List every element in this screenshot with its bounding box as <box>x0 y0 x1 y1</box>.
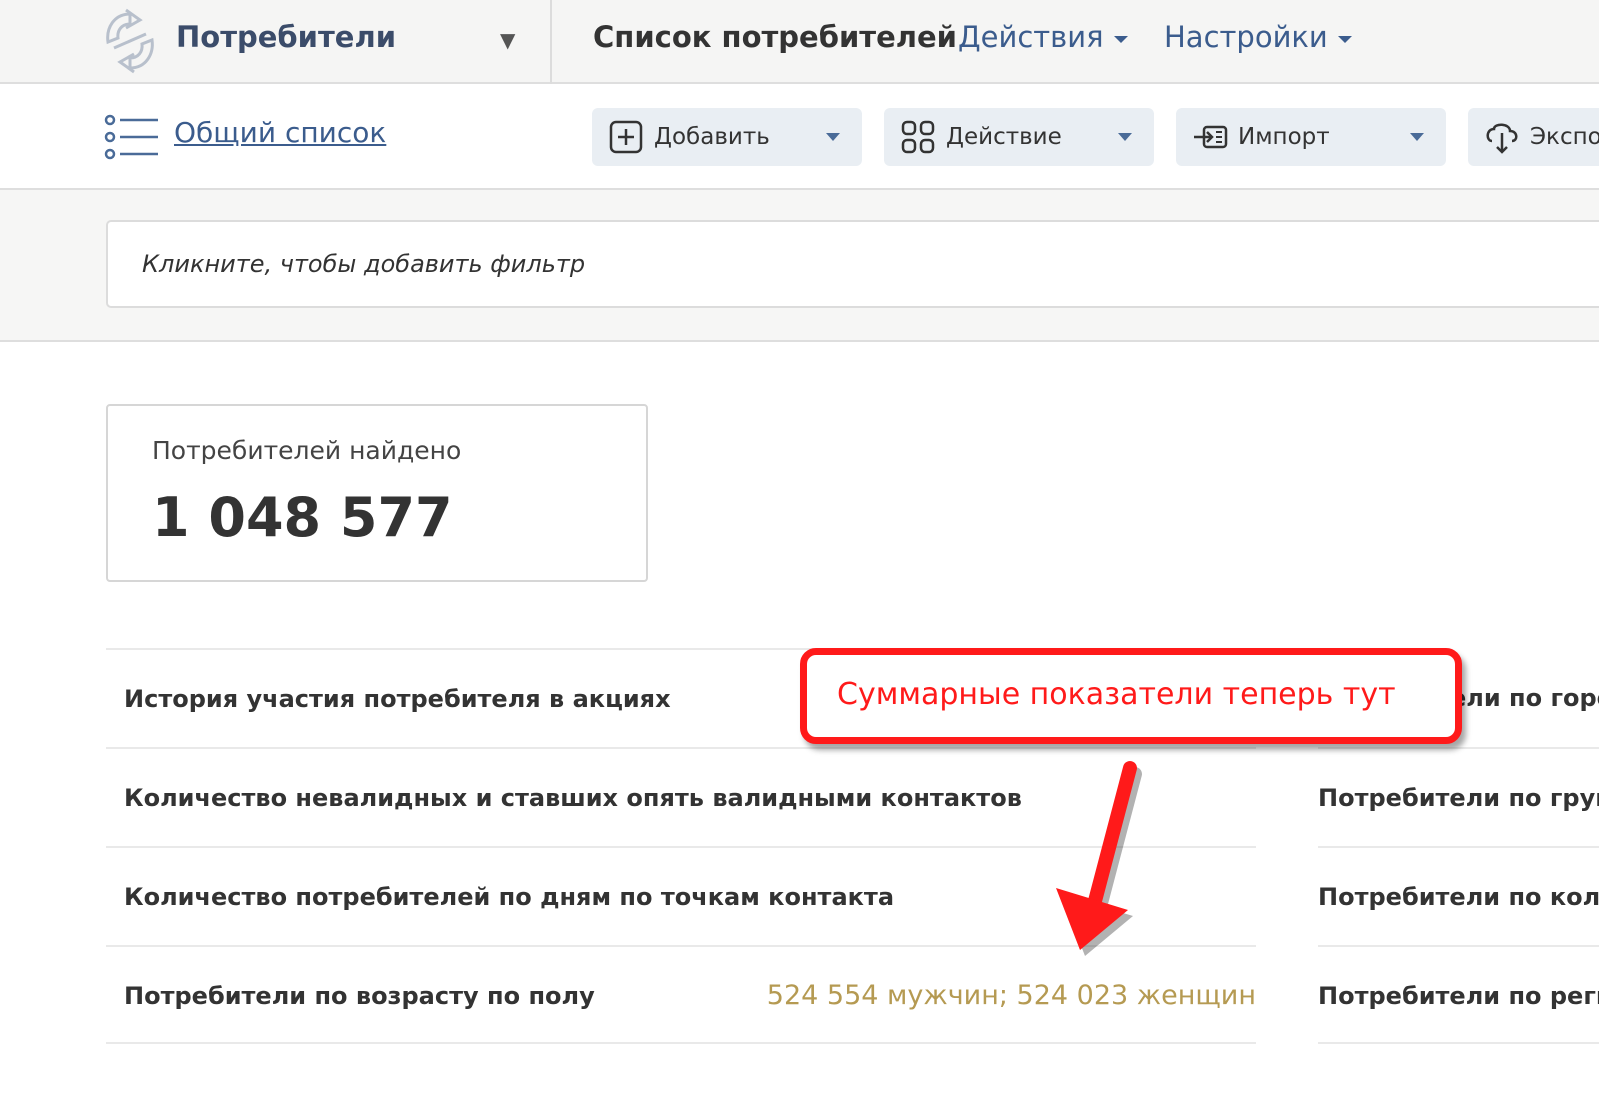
caret-down-icon <box>1113 35 1128 43</box>
app-switcher-caret-icon[interactable]: ▼ <box>500 28 515 52</box>
report-title: Количество потребителей по дням по точка… <box>124 882 895 911</box>
annotation-arrow-icon <box>1056 761 1142 956</box>
grid-icon <box>901 120 935 154</box>
import-button-label: Импорт <box>1238 124 1330 150</box>
export-button-label: Экспо <box>1530 124 1599 150</box>
filter-placeholder: Кликните, чтобы добавить фильтр <box>142 250 586 278</box>
dropdown-caret-icon <box>826 133 840 141</box>
app-logo-icon[interactable] <box>100 8 160 74</box>
dropdown-caret-icon <box>1118 133 1132 141</box>
caret-down-icon <box>1337 35 1352 43</box>
filter-input[interactable]: Кликните, чтобы добавить фильтр <box>106 220 1599 308</box>
report-row[interactable]: Потребители по груп <box>1318 747 1599 846</box>
export-button[interactable]: Экспо <box>1468 108 1599 166</box>
menu-actions[interactable]: Действия <box>958 20 1128 54</box>
menu-settings-label: Настройки <box>1164 20 1328 54</box>
consumers-found-label: Потребителей найдено <box>152 436 462 465</box>
report-title: Потребители по груп <box>1318 783 1599 812</box>
annotation-text: Суммарные показатели теперь тут <box>837 677 1396 712</box>
export-icon <box>1486 123 1518 154</box>
add-button[interactable]: Добавить <box>592 108 862 166</box>
action-button[interactable]: Действие <box>884 108 1154 166</box>
list-divider <box>1318 1042 1599 1044</box>
consumers-found-card: Потребителей найдено 1 048 577 <box>106 404 648 582</box>
report-row[interactable]: Потребители по колі <box>1318 846 1599 945</box>
import-button[interactable]: Импорт <box>1176 108 1446 166</box>
dropdown-caret-icon <box>1410 133 1424 141</box>
list-icon[interactable] <box>104 114 160 160</box>
filter-zone: Кликните, чтобы добавить фильтр <box>0 190 1599 342</box>
report-title: Потребители по колі <box>1318 882 1599 911</box>
report-metric: 524 554 мужчин; 524 023 женщин <box>766 980 1256 1011</box>
app-title[interactable]: Потребители <box>176 20 396 54</box>
toolbar: Общий список Добавить Действие Импорт Эк… <box>0 84 1599 190</box>
import-icon <box>1194 125 1228 149</box>
report-title: Потребители по реги <box>1318 981 1599 1010</box>
consumers-found-value: 1 048 577 <box>152 486 453 549</box>
add-button-label: Добавить <box>654 124 770 150</box>
top-header: Потребители ▼ Список потребителей Действ… <box>0 0 1599 84</box>
report-title: ели по горо <box>1450 683 1599 712</box>
nav-current-page[interactable]: Список потребителей <box>593 20 957 54</box>
report-title: Потребители по возрасту по полу <box>124 981 595 1010</box>
action-button-label: Действие <box>946 124 1062 150</box>
list-divider <box>106 1042 1256 1044</box>
annotation-callout: Суммарные показатели теперь тут <box>800 648 1462 744</box>
general-list-link[interactable]: Общий список <box>174 116 386 149</box>
menu-settings[interactable]: Настройки <box>1164 20 1352 54</box>
report-title: Количество невалидных и ставших опять ва… <box>124 783 1022 812</box>
menu-actions-label: Действия <box>958 20 1104 54</box>
report-row[interactable]: Потребители по реги <box>1318 945 1599 1044</box>
plus-square-icon <box>609 120 643 154</box>
header-divider <box>550 0 552 84</box>
report-title: История участия потребителя в акциях <box>124 684 671 713</box>
